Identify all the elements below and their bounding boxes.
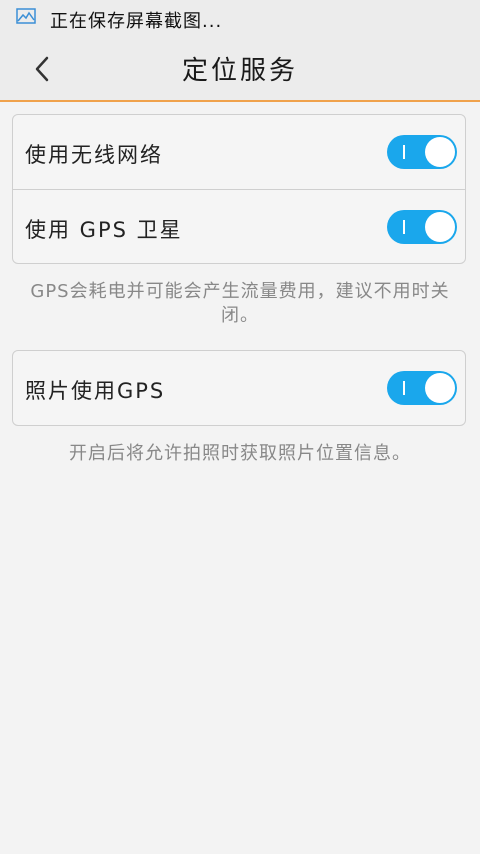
photo-gps-note: 开启后将允许拍照时获取照片位置信息。	[69, 443, 411, 464]
setting-row-wireless: 使用无线网络	[13, 115, 465, 189]
page-title: 定位服务	[181, 56, 298, 86]
setting-row-gps-satellite: 使用 GPS 卫星	[13, 189, 465, 264]
status-text: 正在保存屏幕截图...	[50, 11, 223, 32]
gps-power-note: GPS会耗电并可能会产生流量费用，建议不用时关闭。	[30, 281, 450, 326]
wireless-label: 使用无线网络	[25, 143, 163, 167]
toggle-knob	[425, 137, 455, 167]
gps-satellite-toggle[interactable]	[387, 210, 457, 244]
toggle-on-mark	[403, 220, 405, 234]
toggle-knob	[425, 212, 455, 242]
photo-gps-toggle[interactable]	[387, 371, 457, 405]
wireless-toggle[interactable]	[387, 135, 457, 169]
header: 定位服务	[0, 36, 480, 102]
setting-row-photo-gps: 照片使用GPS	[13, 351, 465, 425]
photo-gps-label: 照片使用GPS	[25, 379, 166, 403]
photo-gps-card: 照片使用GPS	[12, 350, 466, 426]
gps-satellite-label: 使用 GPS 卫星	[25, 218, 183, 242]
location-source-card: 使用无线网络 使用 GPS 卫星	[12, 114, 466, 264]
image-icon	[16, 8, 36, 24]
toggle-knob	[425, 373, 455, 403]
status-bar: 正在保存屏幕截图...	[0, 0, 480, 36]
toggle-on-mark	[403, 145, 405, 159]
toggle-on-mark	[403, 381, 405, 395]
